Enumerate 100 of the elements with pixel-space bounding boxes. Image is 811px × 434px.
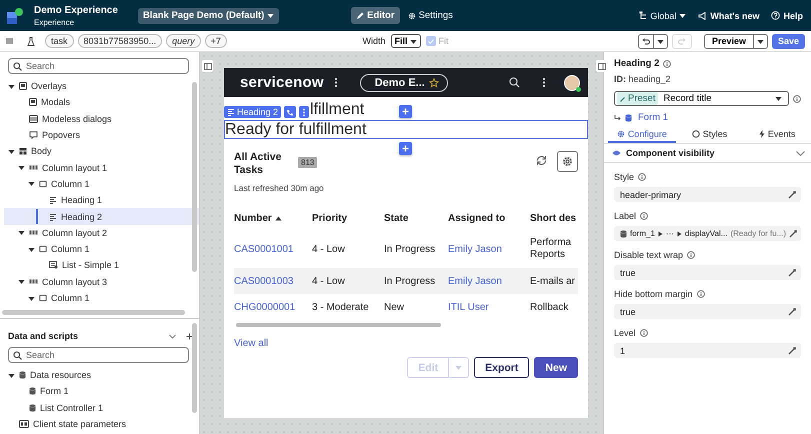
tree-item[interactable]: Column 1 xyxy=(4,176,199,192)
caret-icon[interactable] xyxy=(28,180,35,188)
undo-button[interactable] xyxy=(638,34,654,48)
table-link[interactable]: Emily Jason xyxy=(448,276,502,286)
add-button[interactable] xyxy=(399,105,412,118)
properties-tab[interactable]: Configure xyxy=(608,127,676,143)
caret-icon[interactable] xyxy=(18,229,25,236)
header-link[interactable]: What's new xyxy=(698,10,760,20)
column-header[interactable]: State xyxy=(384,213,408,224)
tree-item[interactable]: Form 1 xyxy=(4,383,199,400)
preset-select[interactable]: Preset Record title xyxy=(614,91,789,106)
editor-tab[interactable]: Settings xyxy=(402,7,458,24)
save-button[interactable]: Save xyxy=(772,34,806,48)
preview-button[interactable]: Preview xyxy=(704,34,754,48)
caret-icon[interactable] xyxy=(28,246,35,253)
tree-item[interactable]: Overlays xyxy=(4,78,199,94)
more-button[interactable] xyxy=(299,106,310,118)
column-header[interactable]: Short des xyxy=(530,213,576,224)
url-parameter-chip[interactable]: 8031b77583950... xyxy=(78,34,162,48)
child-arrow-icon xyxy=(614,114,621,120)
connect-button[interactable] xyxy=(284,106,296,118)
property-field[interactable]: true xyxy=(614,265,801,280)
tree-item[interactable]: Heading 2 xyxy=(4,208,199,225)
tree-item[interactable]: Heading 1 xyxy=(4,192,199,208)
pen-icon xyxy=(788,346,797,355)
tree-item[interactable]: Popovers xyxy=(4,126,199,144)
tree-item[interactable]: Modals xyxy=(4,94,199,111)
table-link[interactable]: CAS0001003 xyxy=(234,276,294,286)
field-value: 1 xyxy=(620,346,626,356)
binding-label: ··· xyxy=(666,229,674,238)
caret-icon[interactable] xyxy=(8,148,15,155)
header-link[interactable]: Global xyxy=(639,10,686,20)
tree-item[interactable]: List Controller 1 xyxy=(4,400,199,416)
properties-tab[interactable]: Events xyxy=(743,127,811,143)
property-field[interactable]: form_1 ··· displayVal... (Ready for fu...) xyxy=(614,226,801,241)
table-link[interactable]: CHG0000001 xyxy=(234,302,296,312)
editor-tab[interactable]: Editor xyxy=(351,7,400,24)
property-field[interactable]: header-primary xyxy=(614,187,801,202)
tree-item[interactable]: Column 1 xyxy=(4,240,199,258)
page-select[interactable]: Blank Page Demo (Default) xyxy=(138,8,280,24)
properties-tab[interactable]: Styles xyxy=(676,127,744,143)
column-header[interactable]: Priority xyxy=(312,213,348,224)
header-link[interactable]: Help xyxy=(771,10,803,20)
check-icon xyxy=(428,38,434,44)
component-chip[interactable]: Heading 2 xyxy=(224,106,282,118)
table-link[interactable]: ITIL User xyxy=(448,302,489,312)
tree-item[interactable]: Column layout 1 xyxy=(4,159,199,176)
tree-item[interactable]: Column layout 3 xyxy=(4,274,199,290)
add-button[interactable] xyxy=(399,142,412,155)
new-button[interactable]: New xyxy=(534,357,578,378)
window-icon xyxy=(29,114,38,123)
search-field[interactable]: Search xyxy=(8,347,189,363)
field-label: Hide bottom margin xyxy=(614,289,693,299)
search-icon xyxy=(13,62,22,71)
tree-item[interactable]: Data resources xyxy=(4,367,199,384)
tree-item[interactable]: Modeless dialogs xyxy=(4,110,199,127)
table-link[interactable]: Emily Jason xyxy=(448,244,502,254)
tree-item[interactable]: Column layout 2 xyxy=(4,224,199,241)
settings-button[interactable] xyxy=(557,151,578,172)
caret-icon[interactable] xyxy=(8,82,15,90)
gear-icon xyxy=(562,156,573,167)
export-button[interactable]: Export xyxy=(474,357,530,378)
selected-heading: Ready for fulfillment xyxy=(224,120,588,139)
column-header[interactable]: Number xyxy=(234,213,272,224)
url-parameter-chip[interactable]: +7 xyxy=(204,34,227,48)
url-parameter-chip[interactable]: query xyxy=(166,34,201,48)
caret-icon[interactable] xyxy=(18,278,25,286)
property-field[interactable]: 1 xyxy=(614,343,801,358)
plus-icon xyxy=(402,145,409,152)
caret-icon[interactable] xyxy=(28,294,35,302)
undo-menu-button[interactable] xyxy=(654,34,668,48)
url-parameter-chip[interactable]: task xyxy=(45,34,74,48)
table-cell: 4 - Low xyxy=(312,276,345,286)
logo-icon xyxy=(6,6,24,24)
binding-preview: (Ready for fu...) xyxy=(730,229,786,238)
table-link[interactable]: CAS0001001 xyxy=(234,244,294,254)
tree-item[interactable]: Body xyxy=(4,143,199,160)
sort-ascending-icon xyxy=(274,216,282,221)
section-header[interactable]: Component visibility xyxy=(604,144,811,163)
tree-item[interactable]: Client state parameters xyxy=(4,416,199,432)
caret-icon xyxy=(656,38,664,44)
panel-toggle[interactable] xyxy=(202,60,213,72)
column-header[interactable]: Assigned to xyxy=(448,213,506,224)
view-all-link[interactable]: View all xyxy=(234,338,268,349)
caret-icon[interactable] xyxy=(8,372,15,379)
table-cell: Rollback xyxy=(530,302,568,312)
property-field[interactable]: true xyxy=(614,304,801,319)
workspace-pill[interactable]: Demo E... xyxy=(360,74,448,92)
panel-toggle[interactable] xyxy=(596,60,607,72)
caret-icon xyxy=(679,12,686,19)
tree-item[interactable]: List - Simple 1 xyxy=(4,257,199,274)
section-title: Component visibility xyxy=(626,148,716,158)
preview-menu-button[interactable] xyxy=(754,34,768,48)
search-field[interactable]: Search xyxy=(8,58,189,74)
width-select[interactable]: Fill xyxy=(390,34,421,48)
info-icon xyxy=(793,94,801,102)
tree-item[interactable]: Column 1 xyxy=(4,290,199,306)
help-icon xyxy=(771,11,780,20)
data-source-link[interactable]: Form 1 xyxy=(638,112,668,123)
caret-icon[interactable] xyxy=(18,164,25,172)
